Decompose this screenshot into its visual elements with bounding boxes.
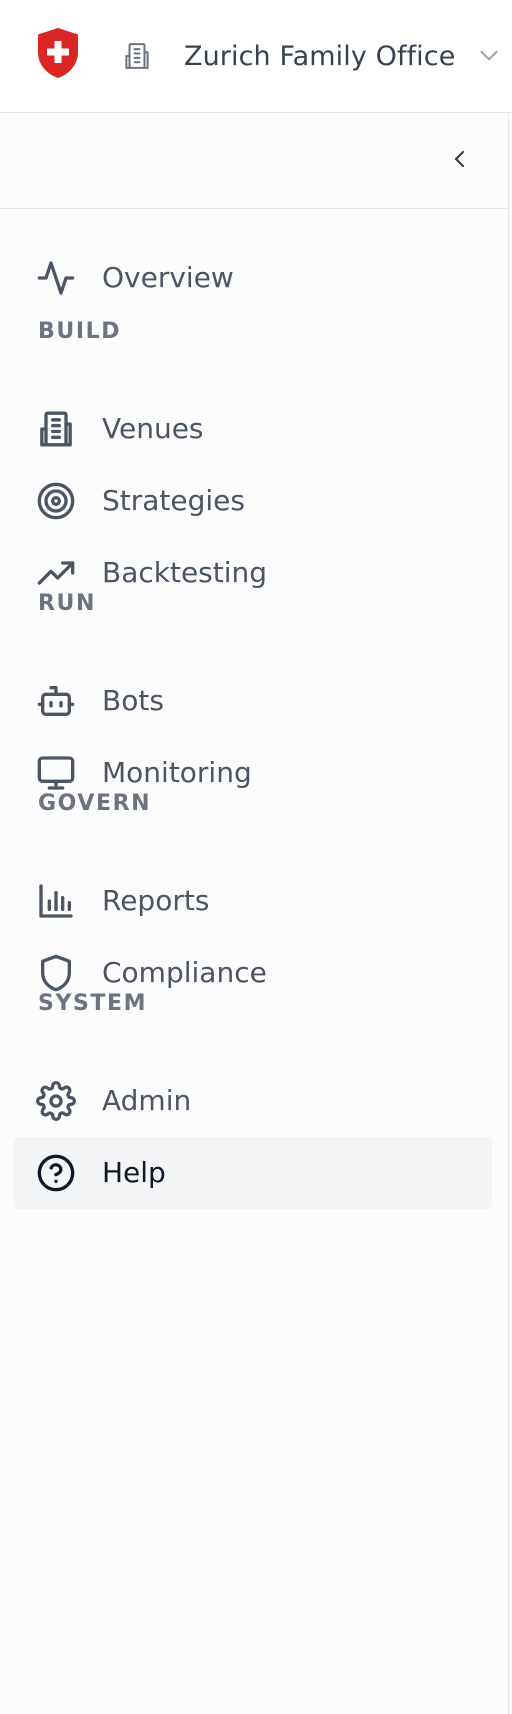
sidebar-item-label: Venues — [102, 412, 204, 445]
top-bar: Zurich Family Office — [0, 0, 512, 113]
sidebar: Overview BUILD Venues Strategies Backtes… — [0, 113, 509, 1714]
sidebar-item-help[interactable]: Help — [14, 1137, 492, 1209]
section-label-system: SYSTEM — [38, 991, 148, 1016]
building-icon — [40, 411, 72, 447]
monitor-icon — [37, 756, 75, 790]
sidebar-item-label: Backtesting — [102, 556, 268, 589]
chevron-left-icon — [454, 150, 465, 168]
sidebar-item-strategies[interactable]: Strategies — [14, 465, 492, 537]
sidebar-item-label: Bots — [102, 684, 164, 717]
sidebar-item-label: Overview — [102, 261, 234, 294]
activity-icon — [37, 261, 75, 295]
sidebar-collapse-row — [0, 113, 508, 209]
sidebar-item-label: Help — [102, 1156, 166, 1189]
org-name: Zurich Family Office — [184, 40, 456, 72]
building-icon — [125, 43, 149, 69]
sidebar-item-label: Compliance — [102, 956, 267, 989]
section-label-build: BUILD — [38, 319, 122, 344]
help-circle-icon — [37, 1154, 75, 1192]
sidebar-item-label: Monitoring — [102, 756, 252, 789]
section-label-run: RUN — [38, 591, 97, 616]
target-icon — [37, 482, 75, 520]
org-switcher[interactable]: Zurich Family Office — [122, 28, 512, 84]
section-label-govern: GOVERN — [38, 791, 152, 816]
shield-icon — [41, 954, 72, 992]
sidebar-item-overview[interactable]: Overview — [14, 242, 492, 314]
collapse-sidebar-button[interactable] — [440, 139, 480, 179]
bot-icon — [37, 686, 75, 716]
sidebar-item-venues[interactable]: Venues — [14, 393, 492, 465]
logo-shield-icon — [38, 28, 78, 78]
sidebar-item-reports[interactable]: Reports — [14, 865, 492, 937]
chevron-down-icon[interactable] — [476, 42, 502, 68]
bar-chart-icon — [39, 884, 73, 918]
sidebar-item-bots[interactable]: Bots — [14, 665, 492, 737]
sidebar-item-label: Strategies — [102, 484, 245, 517]
gear-icon — [36, 1081, 76, 1121]
sidebar-item-label: Admin — [102, 1084, 192, 1117]
sidebar-item-admin[interactable]: Admin — [14, 1065, 492, 1137]
sidebar-item-label: Reports — [102, 884, 210, 917]
trending-up-icon — [37, 561, 75, 585]
